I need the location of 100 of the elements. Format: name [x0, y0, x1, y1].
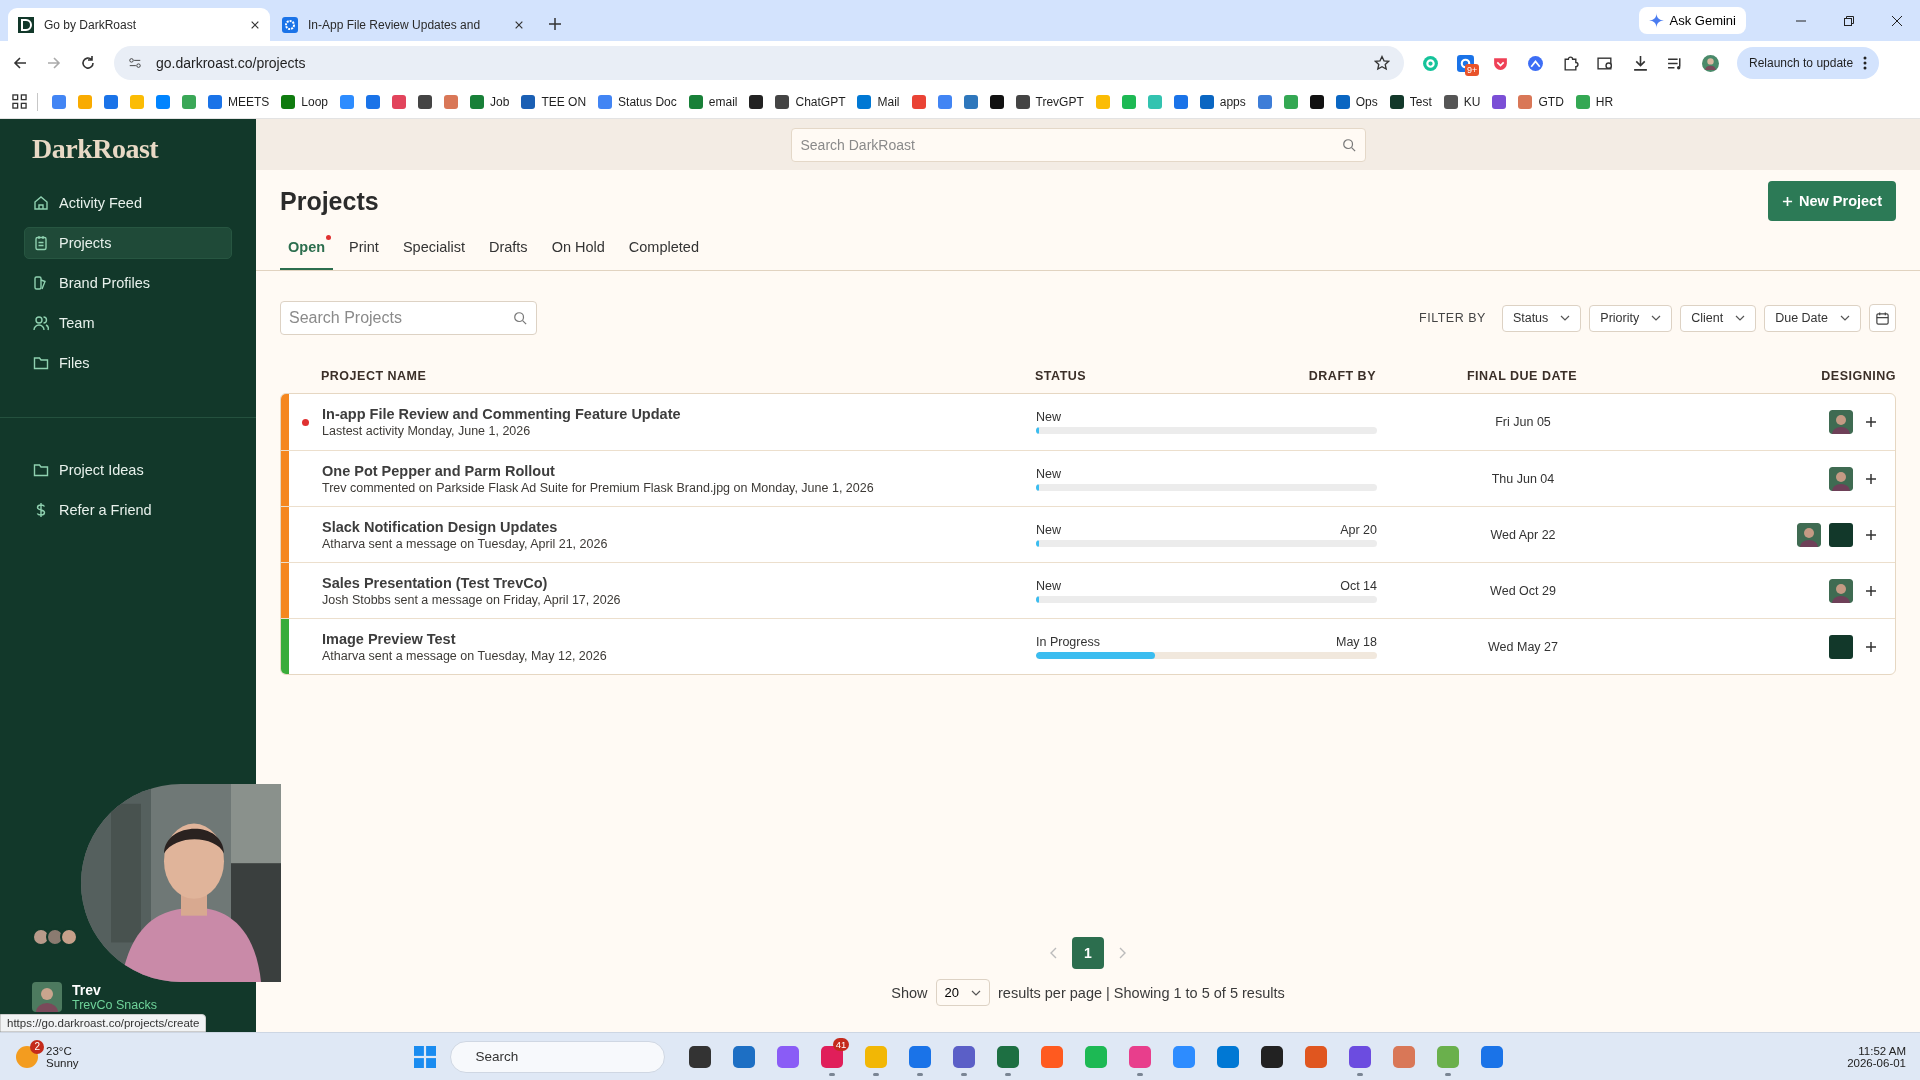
close-icon[interactable] — [1891, 14, 1903, 27]
filter-dropdown[interactable]: Due Date — [1764, 304, 1861, 332]
column-header: FINAL DUE DATE — [1466, 369, 1578, 383]
bookmark-link[interactable]: TEE ON — [515, 90, 593, 113]
bookmark-link[interactable]: MEETS — [202, 90, 276, 113]
avatar-group-icon — [32, 928, 78, 946]
sidebar-item[interactable]: Refer a Friend — [24, 494, 232, 526]
project-row[interactable]: In-app File Review and Commenting Feature Update Lastest activity Monday, June 1, 2026 New Fri Jun 05 — [281, 394, 1895, 450]
sidebar-item[interactable]: Projects — [24, 227, 232, 259]
bookmark-link[interactable]: Ops — [1329, 90, 1384, 113]
close-icon[interactable] — [514, 19, 524, 30]
bookmark-link[interactable]: ChatGPT — [769, 90, 852, 113]
windows-start-icon[interactable] — [414, 1045, 437, 1068]
filter-dropdown[interactable]: Priority — [1589, 304, 1673, 332]
bookmark-link[interactable]: apps — [1193, 90, 1252, 113]
per-page-dropdown[interactable]: 20 — [935, 979, 991, 1006]
close-icon[interactable] — [250, 19, 260, 30]
tab[interactable]: Completed — [620, 231, 707, 270]
bookmark-link[interactable]: email — [682, 90, 744, 113]
bookmark-link[interactable]: KU — [1437, 90, 1487, 113]
activity-text: Lastest activity Monday, June 1, 2026 — [322, 424, 532, 438]
project-row[interactable]: Image Preview Test Atharva sent a message on Tuesday, May 12, 2026 In Progress May 18 Wed May 27 — [281, 618, 1895, 674]
more-icon — [1863, 56, 1868, 70]
bookmark-link[interactable]: Job — [464, 90, 516, 113]
reload-icon[interactable] — [80, 55, 96, 71]
star-icon[interactable] — [1374, 55, 1390, 71]
activity-text: Trev commented on Parkside Flask Ad Suite for Premium Flask Brand.jpg on Monday, June 1, 2026 — [322, 480, 875, 495]
bookmark-link[interactable]: Loop — [275, 90, 335, 113]
results-summary: results per page | Showing 1 to 5 of 5 results — [998, 984, 1285, 1001]
bookmark-link[interactable]: HR — [1569, 90, 1620, 113]
address-bar[interactable]: go.darkroast.co/projects — [114, 46, 1404, 80]
column-header: STATUS — [1035, 369, 1087, 383]
search-icon[interactable] — [1597, 54, 1614, 72]
calendar-button[interactable] — [1869, 304, 1896, 332]
relaunch-button[interactable]: Relaunch to update — [1737, 47, 1880, 79]
tab[interactable]: Open — [280, 231, 334, 270]
avatar-icon — [1829, 466, 1853, 491]
project-row[interactable]: Slack Notification Design Updates Atharva sent a message on Tuesday, April 21, 2026 New Apr 20 Wed Apr 22 — [281, 506, 1895, 562]
sidebar-item[interactable]: Activity Feed — [24, 187, 232, 219]
tab[interactable]: Print — [341, 231, 387, 270]
ask-gemini-button[interactable]: Ask Gemini — [1638, 7, 1746, 34]
site-icon — [1199, 94, 1214, 109]
avatar-icon[interactable] — [1702, 54, 1719, 72]
download-icon[interactable] — [1632, 54, 1649, 72]
sidebar-item[interactable]: Team — [24, 307, 232, 339]
apps-grid-icon[interactable] — [12, 94, 27, 109]
back-icon[interactable] — [12, 55, 28, 71]
plus-icon — [1782, 195, 1793, 207]
filter-dropdown[interactable]: Client — [1680, 304, 1757, 332]
status-text: New — [1036, 522, 1061, 537]
app-icon — [1085, 1045, 1108, 1068]
restore-icon[interactable] — [1843, 14, 1855, 27]
site-icon — [1147, 94, 1162, 109]
bookmark-link[interactable]: TrevGPT — [1009, 90, 1090, 113]
puzzle-icon[interactable] — [1562, 54, 1579, 72]
site-icon — [989, 94, 1004, 109]
plus-icon — [1865, 584, 1877, 597]
site-icon — [1309, 94, 1324, 109]
sidebar-item[interactable]: Brand Profiles — [24, 267, 232, 299]
project-title: Sales Presentation (Test TrevCo) — [322, 574, 549, 591]
site-icon — [688, 94, 703, 109]
search-field[interactable]: Search — [450, 1040, 666, 1073]
site-icon — [963, 94, 978, 109]
new-project-button[interactable]: New Project — [1768, 181, 1896, 221]
tab[interactable]: Specialist — [394, 231, 473, 270]
taskbar-app[interactable]: 41 — [813, 1035, 852, 1078]
project-row[interactable]: Sales Presentation (Test TrevCo) Josh Stobbs sent a message on Friday, April 17, 2026 New Oct 14 Wed Oct 29 — [281, 562, 1895, 618]
site-icon — [78, 94, 92, 109]
site-icon — [52, 94, 66, 109]
tab[interactable]: Drafts — [480, 231, 536, 270]
search-field[interactable]: Search DarkRoast — [790, 127, 1366, 162]
tune-icon[interactable] — [128, 56, 142, 70]
bookmark-link[interactable]: GTD — [1512, 90, 1570, 113]
sidebar-item[interactable]: Files — [24, 347, 232, 379]
browser-tab[interactable]: In-App File Review Updates and — [272, 8, 534, 41]
filter-dropdown[interactable]: Status — [1501, 304, 1582, 332]
site-icon — [182, 94, 196, 109]
app-icon — [953, 1045, 976, 1068]
home-icon — [33, 195, 49, 211]
forward-icon[interactable] — [46, 55, 62, 71]
page-button[interactable]: 1 — [1072, 937, 1104, 969]
site-icon — [156, 94, 170, 109]
bookmark-link[interactable]: Mail — [851, 90, 906, 113]
calendar-icon — [1875, 310, 1890, 326]
site-icon — [366, 94, 381, 109]
activity-text: Atharva sent a message on Tuesday, April 21, 2026 — [322, 536, 609, 551]
bookmark-link[interactable]: Test — [1383, 90, 1438, 113]
site-icon — [1518, 94, 1533, 109]
new-tab-icon[interactable] — [548, 17, 562, 31]
search-input[interactable]: Search — [473, 1048, 655, 1065]
bookmark-link[interactable]: Status Doc — [592, 90, 683, 113]
tab[interactable]: On Hold — [543, 231, 613, 270]
search-field[interactable]: Search Projects — [280, 301, 537, 335]
site-icon — [340, 94, 355, 109]
project-row[interactable]: One Pot Pepper and Parm Rollout Trev commented on Parkside Flask Ad Suite for Premium Flask Brand.jpg on Monday, June 1, 2026 New Thu Jun 04 — [281, 450, 1895, 506]
sidebar-item[interactable]: Project Ideas — [24, 454, 232, 486]
clock-date: 2026-06-01 — [1847, 1056, 1906, 1069]
status-text: New — [1036, 578, 1061, 593]
site-icon — [104, 94, 118, 109]
browser-tab[interactable]: Go by DarkRoast — [8, 8, 270, 41]
